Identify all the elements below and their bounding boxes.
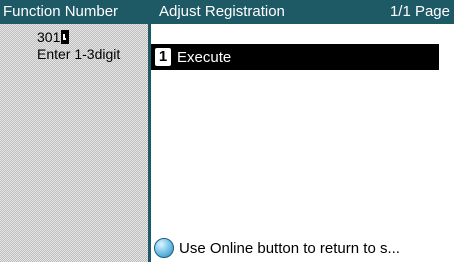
menu-item-execute[interactable]: 1 Execute [151, 44, 439, 70]
dialog-footer: Use Online button to return to s... [151, 236, 454, 260]
function-number-value: 301 [37, 29, 61, 45]
menu-item-label: Execute [177, 48, 232, 66]
online-button-icon [154, 238, 174, 258]
footer-instruction: Use Online button to return to s... [179, 239, 400, 257]
enter-cursor-icon [61, 30, 70, 44]
adjust-registration-dialog: Adjust Registration 1/1 Page 1 Execute U… [148, 0, 454, 262]
background-screen [0, 0, 148, 262]
item-number-badge: 1 [155, 48, 171, 66]
function-number-input: 301 [37, 29, 70, 45]
input-hint: Enter 1-3digit [37, 46, 121, 62]
dialog-title: Adjust Registration [159, 3, 285, 20]
background-title: Function Number [0, 0, 163, 24]
dialog-header: Adjust Registration 1/1 Page [151, 0, 454, 24]
page-indicator: 1/1 Page [389, 3, 450, 20]
